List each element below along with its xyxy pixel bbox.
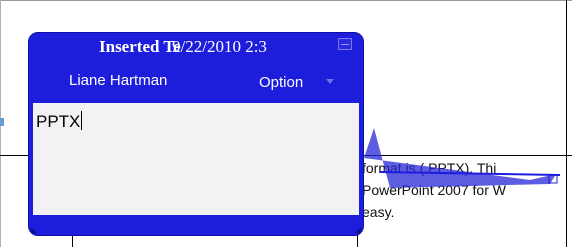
comment-body-value: PPTX [36,112,81,131]
dropdown-arrow-icon[interactable] [326,79,334,84]
comment-body-input[interactable]: PPTX [33,103,359,215]
comment-title: Inserted Te [99,37,181,56]
comment-connector [364,128,561,188]
margin-marker [0,118,4,126]
document-text-line-3: easy. [362,204,395,220]
comment-date: 9/22/2010 2:3 [172,37,267,56]
comment-balloon[interactable]: Inserted Te 9/22/2010 2:3 Liane Hartman … [28,32,364,236]
resize-corner-right [355,227,361,233]
options-button[interactable]: Option [259,74,303,91]
comment-body-text: PPTX [36,111,83,132]
comment-author: Liane Hartman [69,72,168,89]
text-caret [81,111,83,130]
collapse-icon[interactable] [338,38,352,50]
table-border-vertical-right [566,0,567,247]
page-edge-top [0,0,572,1]
resize-corner-left [31,227,37,233]
